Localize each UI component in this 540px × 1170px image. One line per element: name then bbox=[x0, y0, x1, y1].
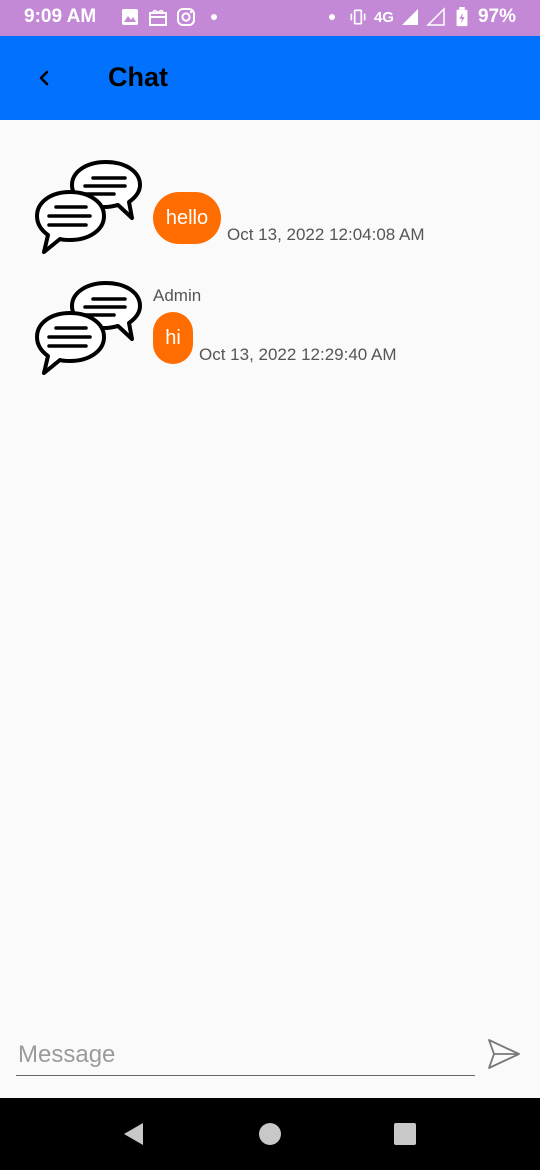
recents-square-icon[interactable] bbox=[391, 1120, 419, 1148]
message-item: hello Oct 13, 2022 12:04:08 AM bbox=[34, 158, 514, 258]
page-title: Chat bbox=[108, 62, 168, 92]
battery-charging-icon bbox=[456, 7, 468, 27]
message-timestamp: Oct 13, 2022 12:29:40 AM bbox=[199, 345, 397, 364]
message-input[interactable] bbox=[16, 1034, 475, 1076]
gift-icon bbox=[149, 9, 167, 26]
message-item: Admin hi Oct 13, 2022 12:29:40 AM bbox=[34, 279, 514, 379]
dot-icon bbox=[328, 14, 335, 20]
message-timestamp: Oct 13, 2022 12:04:08 AM bbox=[227, 225, 425, 244]
chat-bubbles-icon bbox=[35, 160, 142, 254]
status-right-icons: 4G 97% bbox=[322, 6, 516, 28]
instagram-icon bbox=[177, 8, 195, 26]
back-triangle-icon[interactable] bbox=[120, 1120, 148, 1148]
vibrate-icon bbox=[350, 9, 366, 25]
status-time: 9:09 AM bbox=[24, 6, 97, 27]
signal-icon bbox=[401, 9, 418, 25]
app-bar: Chat bbox=[0, 36, 540, 120]
status-bar: 9:09 AM 4G 97% bbox=[0, 0, 540, 36]
message-bubble: hi bbox=[153, 312, 193, 364]
message-bubble: hello bbox=[153, 192, 221, 244]
network-type: 4G bbox=[373, 8, 394, 26]
message-sender: Admin bbox=[153, 286, 202, 305]
message-list[interactable]: hello Oct 13, 2022 12:04:08 AM Admin hi … bbox=[0, 120, 540, 1020]
image-icon bbox=[122, 9, 138, 25]
send-button[interactable] bbox=[486, 1036, 526, 1076]
system-nav-bar bbox=[0, 1098, 540, 1170]
chat-bubbles-icon bbox=[35, 281, 142, 375]
battery-level: 97% bbox=[477, 6, 516, 27]
chevron-left-icon bbox=[39, 70, 49, 86]
message-composer bbox=[0, 1030, 540, 1098]
home-circle-icon[interactable] bbox=[256, 1120, 284, 1148]
signal-empty-icon bbox=[426, 7, 445, 26]
send-icon bbox=[488, 1039, 520, 1069]
dot-icon bbox=[211, 14, 217, 20]
back-button[interactable] bbox=[24, 58, 64, 98]
notification-icons bbox=[120, 7, 224, 27]
